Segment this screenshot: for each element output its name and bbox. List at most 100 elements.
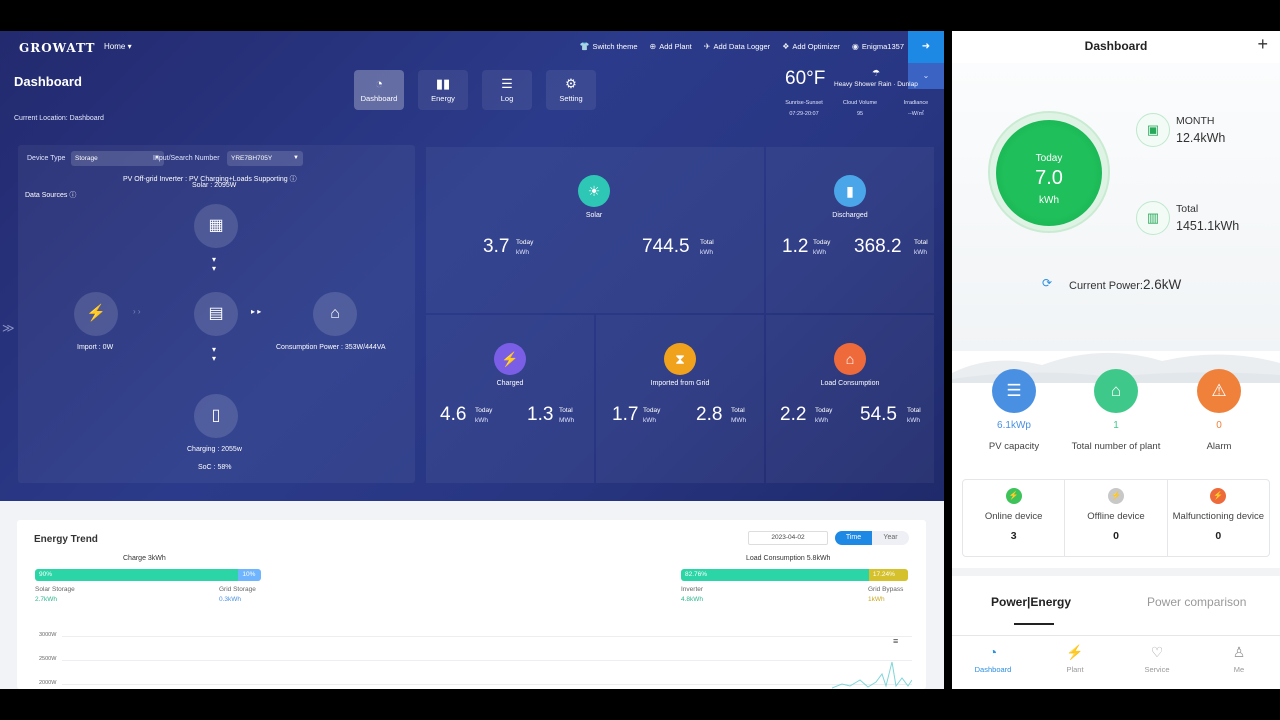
- nav-label: Me: [1233, 665, 1245, 674]
- arrow-down-icon: ▾ ▾: [212, 345, 217, 363]
- sun-icon: ☀: [578, 175, 610, 207]
- stat-label: Irradiance: [903, 100, 929, 106]
- section-divider: [952, 568, 1280, 576]
- device-label: Malfunctioning device: [1172, 511, 1264, 522]
- add-icon[interactable]: +: [1257, 34, 1268, 55]
- growatt-logo[interactable]: GROWATT: [19, 41, 95, 55]
- switch-theme-label: Switch theme: [592, 42, 638, 51]
- expand-sidebar-icon[interactable]: ≫: [2, 321, 15, 335]
- stat-today-unit: Today kWh: [815, 406, 832, 426]
- kpi-label: Total number of plant: [1071, 441, 1161, 452]
- tab-dashboard[interactable]: ◔ Dashboard: [354, 70, 404, 110]
- stat-total-value: 1.3: [527, 404, 554, 425]
- today-word: Today: [813, 239, 831, 246]
- energy-flow-panel: Device Type Storage ▼ Input/Search Number…: [18, 145, 415, 483]
- hero-panel: GROWATT Home ▾ 👕 Switch theme ⊕ Add Plant …: [0, 31, 944, 501]
- tab-log[interactable]: ☰ Log: [482, 70, 532, 110]
- cloud-volume: Cloud Volume 95: [832, 98, 888, 120]
- stat-name: Charged: [496, 380, 524, 387]
- offline-device[interactable]: ⚡ Offline device 0: [1065, 480, 1168, 556]
- plant-count-kpi[interactable]: ⌂ 1 Total number of plant: [1061, 369, 1171, 452]
- data-sources[interactable]: Data Sources ⓘ: [25, 190, 76, 200]
- nav-service[interactable]: ♡ Service: [1116, 636, 1198, 689]
- main-nav: ◔ Dashboard ▮▮ Energy ☰ Log ⚙ Setting: [354, 70, 596, 110]
- stat-name: Imported from Grid: [650, 380, 710, 387]
- year-toggle[interactable]: Year: [872, 531, 909, 545]
- total-value: 1451.1kWh: [1176, 219, 1240, 233]
- today-word: Today: [643, 407, 661, 414]
- current-power-label: Current Power:: [1069, 280, 1143, 292]
- person-icon: ♙: [1232, 644, 1246, 660]
- today-unit: kWh: [1039, 195, 1059, 206]
- tab-energy[interactable]: ▮▮ Energy: [418, 70, 468, 110]
- stat-today-unit: Today kWh: [643, 406, 660, 426]
- nav-plant[interactable]: ⚡ Plant: [1034, 636, 1116, 689]
- grid-line: [62, 660, 912, 661]
- charge-icon: ⚡: [494, 343, 526, 375]
- serial-number-select[interactable]: YRE7BH705Y ▼: [227, 151, 303, 166]
- inverter-share: 82.76%: [681, 569, 869, 581]
- web-app: GROWATT Home ▾ 👕 Switch theme ⊕ Add Plant …: [0, 31, 944, 689]
- add-optimizer-link[interactable]: ❖ Add Optimizer: [782, 42, 840, 51]
- user-menu[interactable]: ◉ Enigma1357: [852, 42, 904, 51]
- device-type-value: Storage: [75, 155, 98, 162]
- time-toggle[interactable]: Time: [835, 531, 872, 545]
- alarm-kpi[interactable]: ⚠ 0 Alarm: [1164, 369, 1274, 452]
- nav-me[interactable]: ♙ Me: [1198, 636, 1280, 689]
- kpi-value: 6.1kWp: [997, 420, 1031, 431]
- chart-menu-icon[interactable]: ≡: [893, 636, 898, 646]
- load-total-label: Load Consumption 5.8kWh: [746, 555, 831, 562]
- total-word: Total: [731, 407, 745, 414]
- plant-icon: ⚡: [1066, 644, 1084, 660]
- stat-total-value: 368.2: [854, 236, 902, 257]
- tab-power-comparison[interactable]: Power comparison: [1147, 595, 1246, 609]
- stat-total-value: 744.5: [642, 236, 690, 257]
- month-label: MONTH: [1176, 115, 1215, 127]
- username-label: Enigma1357: [861, 42, 904, 51]
- charging-label: Charging : 2055w: [187, 446, 242, 453]
- tab-power-energy[interactable]: Power|Energy: [991, 595, 1071, 609]
- malfunctioning-device[interactable]: ⚡ Malfunctioning device 0: [1168, 480, 1269, 556]
- pv-capacity-kpi[interactable]: ☰ 6.1kWp PV capacity: [959, 369, 1069, 452]
- stat-label: Sunrise-Sunset: [785, 100, 823, 106]
- stat-total-value: 54.5: [860, 404, 897, 425]
- import-label: Import : 0W: [77, 344, 114, 351]
- plus-circle-icon: ⊕: [649, 42, 657, 51]
- arrow-down-icon: ▾ ▾: [212, 255, 217, 273]
- today-value: 7.0: [1035, 167, 1063, 189]
- consumption-label: Consumption Power : 353W/444VA: [276, 344, 386, 351]
- switch-theme-link[interactable]: 👕 Switch theme: [580, 42, 638, 51]
- stat-total-unit: Total kWh: [700, 238, 714, 258]
- grid-storage-share: 10%: [238, 569, 261, 581]
- top-bar: GROWATT Home ▾ 👕 Switch theme ⊕ Add Plant …: [0, 31, 944, 63]
- nav-dashboard[interactable]: ◔ Dashboard: [952, 636, 1034, 689]
- gauge-icon: ◔: [375, 76, 383, 91]
- date-picker[interactable]: 2023-04-02: [748, 531, 828, 545]
- device-type-select[interactable]: Storage ▼: [71, 151, 164, 166]
- grid-line: [62, 636, 912, 637]
- stat-value: 07:29-20:07: [789, 111, 819, 117]
- stat-value: 95: [856, 111, 864, 117]
- battery-icon: ▯: [194, 394, 238, 438]
- tab-setting[interactable]: ⚙ Setting: [546, 70, 596, 110]
- mobile-title: Dashboard: [1084, 39, 1148, 53]
- add-plant-link[interactable]: ⊕ Add Plant: [650, 42, 692, 51]
- charge-split-bar: 90% 10%: [35, 569, 261, 581]
- screen-frame: GROWATT Home ▾ 👕 Switch theme ⊕ Add Plant …: [0, 31, 1280, 689]
- grid-tower-icon: ⚡: [74, 292, 118, 336]
- unit: kWh: [516, 249, 529, 256]
- logout-button[interactable]: ➜: [908, 31, 944, 63]
- add-data-logger-link[interactable]: ✈ Add Data Logger: [704, 42, 770, 51]
- add-optimizer-label: Add Optimizer: [792, 42, 840, 51]
- weather-stats: Sunrise-Sunset 07:29-20:07 Cloud Volume 95…: [776, 98, 944, 120]
- today-energy-circle: Today 7.0 kWh: [996, 120, 1102, 226]
- chevron-down-icon: ⌄: [922, 71, 930, 80]
- unit: MWh: [559, 417, 575, 424]
- online-device[interactable]: ⚡ Online device 3: [963, 480, 1066, 556]
- energy-trend-title: Energy Trend: [34, 534, 98, 545]
- unit: kWh: [475, 417, 488, 424]
- house-icon: ⌂: [313, 292, 357, 336]
- stat-today-value: 4.6: [440, 404, 467, 425]
- logout-icon: ➜: [921, 41, 931, 52]
- home-menu[interactable]: Home ▾: [104, 42, 132, 51]
